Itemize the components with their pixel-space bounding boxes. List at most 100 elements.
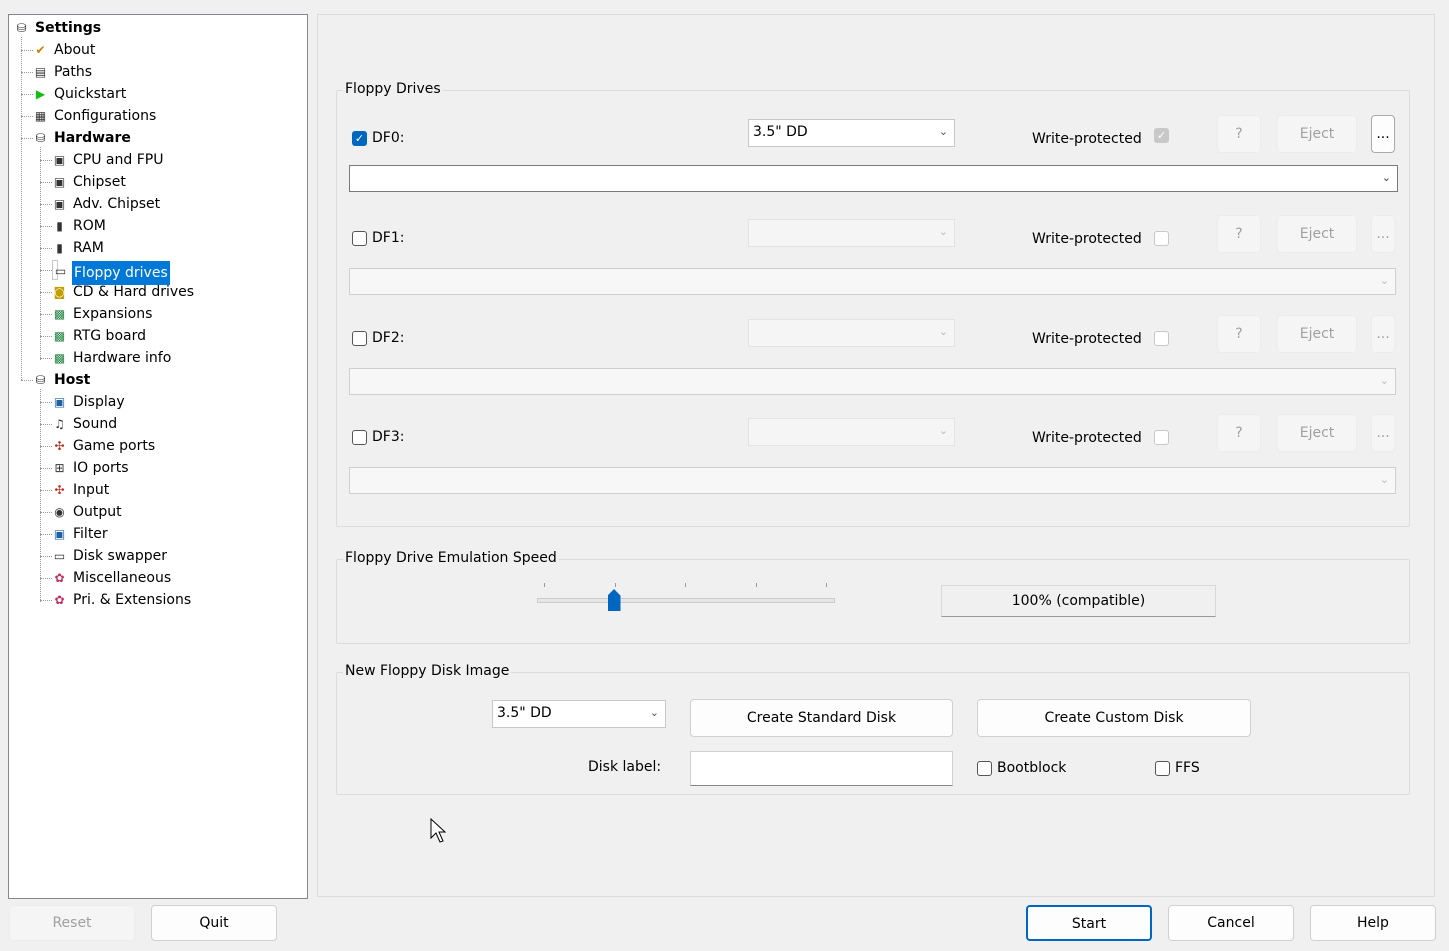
floppy-drives-title: Floppy Drives [343,81,443,97]
new-floppy-group: New Floppy Disk Image 3.5" DD ⌄ Create St… [336,663,1410,795]
start-button[interactable]: Start [1026,905,1152,941]
slider-tick [544,583,545,587]
write-protected-checkbox[interactable]: ✓ [1154,128,1169,143]
tree-guide-line [21,72,33,73]
slider-tick [826,583,827,587]
cancel-button[interactable]: Cancel [1168,905,1294,941]
chevron-down-icon: ⌄ [1379,374,1389,387]
help-button[interactable]: Help [1310,905,1436,941]
tree-item-label: ROM [73,218,106,234]
tree-item-label: Host [54,372,91,388]
tree-guide-line [40,389,41,602]
browse-button[interactable]: ... [1371,215,1395,253]
output-icon: ◉ [54,505,65,519]
slider-tick [755,583,757,587]
floppy-icon: ▭ [54,264,67,278]
display-icon: ▣ [53,527,66,541]
tree-item-label: IO ports [73,460,129,476]
joystick-icon: ✣ [54,439,65,453]
tree-guide-line [40,248,52,249]
tree-guide-line [40,182,52,183]
drive-image-path[interactable]: ⌄ [349,467,1396,494]
chevron-down-icon: ⌄ [938,325,948,338]
write-protected-checkbox[interactable] [1154,430,1169,445]
slider-thumb[interactable] [607,589,621,611]
write-protected-label: Write-protected [1032,231,1142,247]
drive-enable-checkbox[interactable] [352,430,367,445]
new-disk-type-select[interactable]: 3.5" DD ⌄ [492,700,666,728]
display-icon: ▣ [53,395,66,409]
emulation-speed-title: Floppy Drive Emulation Speed [343,550,559,566]
disk-label-input[interactable] [690,751,953,786]
drive-type-select[interactable]: 3.5" DD ⌄ [748,119,955,147]
write-protected-label: Write-protected [1032,430,1142,446]
tree-item-label: Display [73,394,125,410]
drive-enable-checkbox[interactable] [352,331,367,346]
tree-item-label: Chipset [73,174,126,190]
tree-guide-line [40,160,52,161]
bootblock-checkbox[interactable] [977,761,992,776]
tree-item-label: Hardware info [73,350,172,366]
play-icon: ▶ [35,87,46,101]
drive-type-select[interactable]: ⌄ [748,319,955,347]
write-protected-checkbox[interactable] [1154,231,1169,246]
quit-button[interactable]: Quit [151,905,277,941]
speed-slider[interactable] [537,580,835,620]
tree-item-label: Quickstart [54,86,127,102]
chevron-down-icon: ⌄ [938,225,948,238]
tree-guide-line [40,446,52,447]
settings-icon: ⛁ [16,21,27,35]
eject-button[interactable]: Eject [1277,315,1357,353]
create-custom-disk-button[interactable]: Create Custom Disk [977,699,1251,737]
drive-type-select[interactable]: ⌄ [748,219,955,247]
configurations-icon: ▦ [34,109,47,123]
chip-icon: ▣ [53,175,66,189]
drive-type-select[interactable]: ⌄ [748,418,955,446]
write-protected-checkbox[interactable] [1154,331,1169,346]
bootblock-label: Bootblock [997,760,1067,776]
speed-value-display: 100% (compatible) [941,585,1216,617]
mouse-cursor-icon [430,818,447,843]
drive-info-button[interactable]: ? [1217,414,1261,452]
browse-button[interactable]: ... [1371,315,1395,353]
tree-guide-line [40,490,52,491]
eject-button[interactable]: Eject [1277,215,1357,253]
hardware-icon: ⛁ [35,131,46,145]
tree-item-label: Settings [35,20,102,36]
drive-image-path[interactable]: ⌄ [349,368,1396,395]
checkmark-icon: ✔ [35,43,46,57]
tree-guide-line [40,147,41,360]
tree-item-label: Adv. Chipset [73,196,161,212]
write-protected-label: Write-protected [1032,331,1142,347]
tree-item-label: Paths [54,64,93,80]
sound-icon: ♫ [54,417,65,431]
reset-button[interactable]: Reset [9,905,135,941]
drive-info-button[interactable]: ? [1217,215,1261,253]
ffs-label: FFS [1175,760,1200,776]
drive-enable-checkbox[interactable]: ✓ [352,131,367,146]
eject-button[interactable]: Eject [1277,414,1357,452]
browse-button[interactable]: ... [1371,115,1395,153]
joystick-icon: ✣ [54,483,65,497]
tree-item-label: Pri. & Extensions [73,592,192,608]
drive-enable-checkbox[interactable] [352,231,367,246]
drive-info-button[interactable]: ? [1217,115,1261,153]
drive-image-path[interactable]: ⌄ [349,165,1398,192]
floppy-icon: ▭ [53,549,66,563]
browse-button[interactable]: ... [1371,414,1395,452]
misc-icon: ✿ [54,571,65,585]
tree-guide-line [21,138,33,139]
floppy-settings-panel: Floppy Drives ✓ DF0: 3.5" DD ⌄ Write-prot… [317,14,1435,897]
chevron-down-icon: ⌄ [1379,473,1389,486]
settings-tree[interactable]: ⛁ Settings ✔ About ▤ Paths ▶ Quickstart ▦ Configu… [8,14,308,899]
chevron-down-icon: ⌄ [649,706,659,719]
create-standard-disk-button[interactable]: Create Standard Disk [690,699,953,737]
tree-item-floppy-drives[interactable]: ▭ Floppy drives [52,260,170,285]
tree-guide-line [40,204,52,205]
drive-info-button[interactable]: ? [1217,315,1261,353]
ffs-checkbox[interactable] [1155,761,1170,776]
eject-button[interactable]: Eject [1277,115,1357,153]
tree-guide-line [21,94,33,95]
drive-image-path[interactable]: ⌄ [349,268,1396,295]
tree-guide-line [40,402,52,403]
